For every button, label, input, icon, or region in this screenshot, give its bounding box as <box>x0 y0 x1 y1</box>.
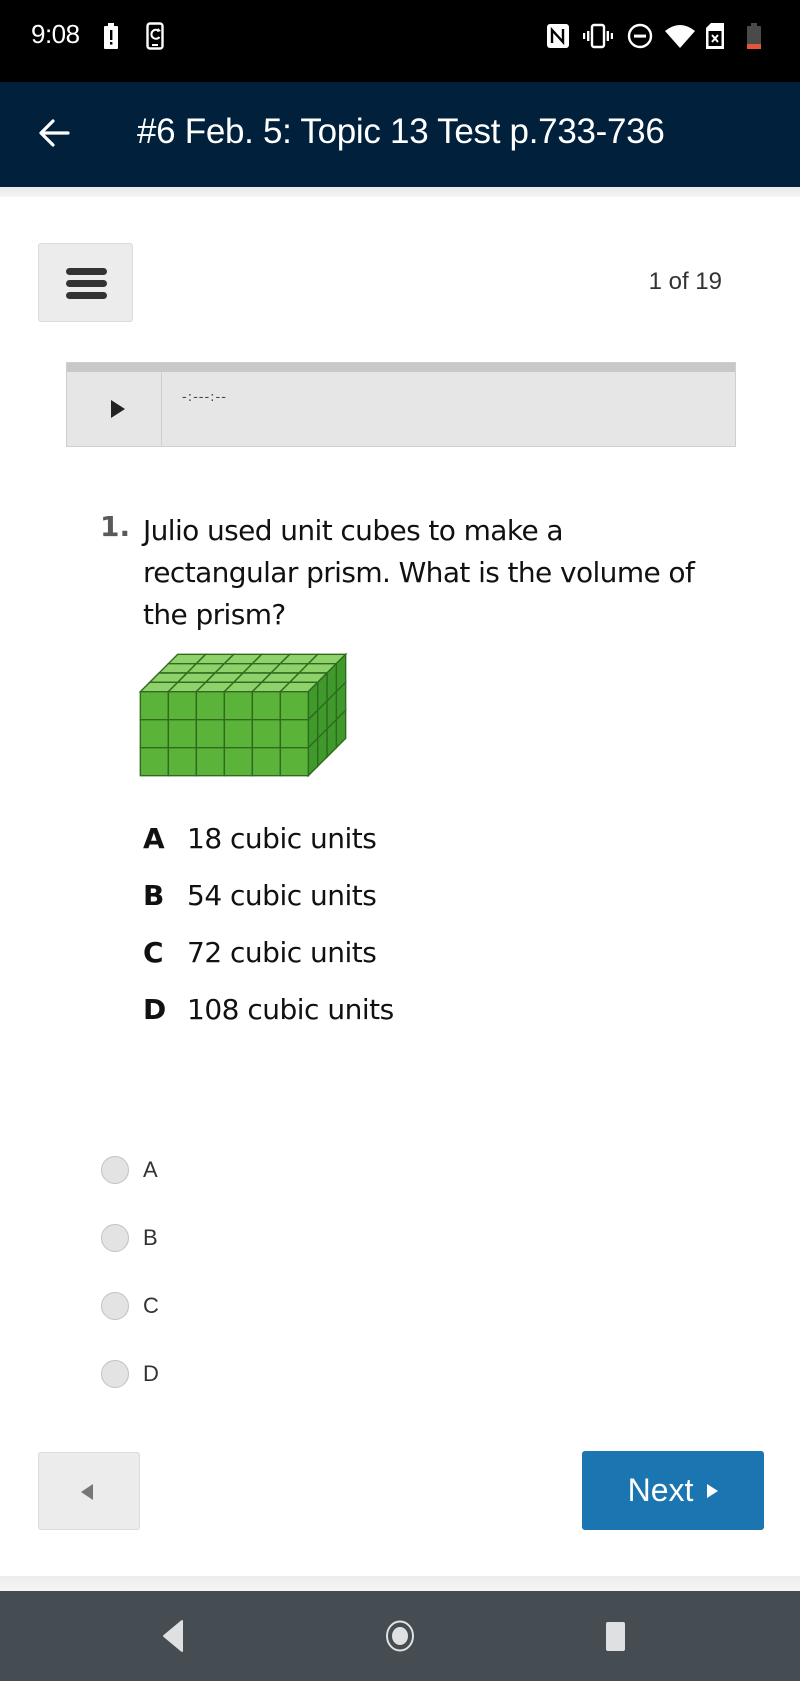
cube-front-face <box>195 690 226 721</box>
radio-option-c[interactable]: C <box>101 1291 159 1359</box>
prism-figure <box>138 652 348 778</box>
arrow-left-icon[interactable] <box>36 115 72 151</box>
status-bar: 9:08 <box>0 0 800 82</box>
do-not-disturb-icon <box>627 22 653 50</box>
triangle-right-icon <box>707 1483 719 1498</box>
answer-radio-group: A B C D <box>101 1155 159 1427</box>
nfc-icon <box>546 22 570 50</box>
next-button[interactable]: Next <box>582 1451 764 1530</box>
previous-button[interactable] <box>38 1452 140 1530</box>
no-sim-icon <box>704 22 726 50</box>
audio-time-display: -:---:-- <box>182 390 227 405</box>
play-button[interactable] <box>67 372 162 446</box>
footer-divider <box>0 1576 800 1592</box>
choice-text: 18 cubic units <box>187 822 377 855</box>
page-title: #6 Feb. 5: Topic 13 Test p.733-736 <box>137 112 665 151</box>
cube-front-face <box>223 690 254 721</box>
cube-front-face <box>279 718 310 749</box>
radio-option-b[interactable]: B <box>101 1223 159 1291</box>
choice-letter: C <box>143 936 164 969</box>
cube-front-face <box>279 746 310 777</box>
battery-low-icon <box>746 22 762 50</box>
cube-front-face <box>251 718 282 749</box>
radio-option-d[interactable]: D <box>101 1359 159 1427</box>
radio-button[interactable] <box>101 1224 129 1252</box>
choice-text: 54 cubic units <box>187 879 377 912</box>
radio-button[interactable] <box>101 1292 129 1320</box>
radio-button[interactable] <box>101 1360 129 1388</box>
choice-a: A 18 cubic units <box>143 822 394 879</box>
cube-front-face <box>195 746 226 777</box>
header-divider <box>0 187 800 197</box>
page-indicator: 1 of 19 <box>648 268 722 295</box>
system-nav-bar <box>0 1591 800 1681</box>
cube-front-face <box>223 718 254 749</box>
question-text: Julio used unit cubes to make a rectangu… <box>143 514 695 631</box>
next-label: Next <box>627 1472 694 1508</box>
choice-letter: B <box>143 879 164 912</box>
status-time: 9:08 <box>31 19 80 49</box>
radio-label: B <box>143 1225 158 1250</box>
cube-front-face <box>251 746 282 777</box>
choice-letter: D <box>143 993 166 1026</box>
cube-front-face <box>223 746 254 777</box>
audio-player: -:---:-- <box>66 362 736 447</box>
cube-front-face <box>167 746 198 777</box>
choice-d: D 108 cubic units <box>143 993 394 1050</box>
home-nav-icon[interactable] <box>375 1611 425 1661</box>
cube-front-face <box>251 690 282 721</box>
radio-button[interactable] <box>101 1156 129 1184</box>
back-nav-icon[interactable] <box>152 1611 202 1661</box>
recents-nav-icon[interactable] <box>595 1611 645 1661</box>
menu-button[interactable] <box>38 243 133 322</box>
choice-text: 108 cubic units <box>187 993 394 1026</box>
cube-front-face <box>139 718 170 749</box>
cube-front-face <box>139 746 170 777</box>
radio-label: A <box>143 1157 158 1182</box>
cube-front-face <box>195 718 226 749</box>
triangle-left-icon <box>81 1484 93 1500</box>
radio-label: C <box>143 1293 159 1318</box>
choice-letter: A <box>143 822 165 855</box>
cube-front-face <box>139 690 170 721</box>
radio-option-a[interactable]: A <box>101 1155 159 1223</box>
answer-choices-list: A 18 cubic units B 54 cubic units C 72 cubi… <box>143 822 394 1050</box>
choice-c: C 72 cubic units <box>143 936 394 993</box>
choice-text: 72 cubic units <box>187 936 377 969</box>
phone-sync-icon <box>145 22 167 50</box>
play-icon <box>111 400 125 418</box>
cube-front-face <box>279 690 310 721</box>
radio-label: D <box>143 1361 159 1386</box>
vibrate-icon <box>583 22 613 50</box>
battery-alert-icon <box>103 22 119 50</box>
question-number: 1. <box>100 510 131 543</box>
wifi-icon <box>664 22 696 50</box>
audio-progress-bar[interactable] <box>67 363 735 372</box>
choice-b: B 54 cubic units <box>143 879 394 936</box>
cube-front-face <box>167 690 198 721</box>
app-header: #6 Feb. 5: Topic 13 Test p.733-736 <box>0 82 800 187</box>
cube-front-face <box>167 718 198 749</box>
